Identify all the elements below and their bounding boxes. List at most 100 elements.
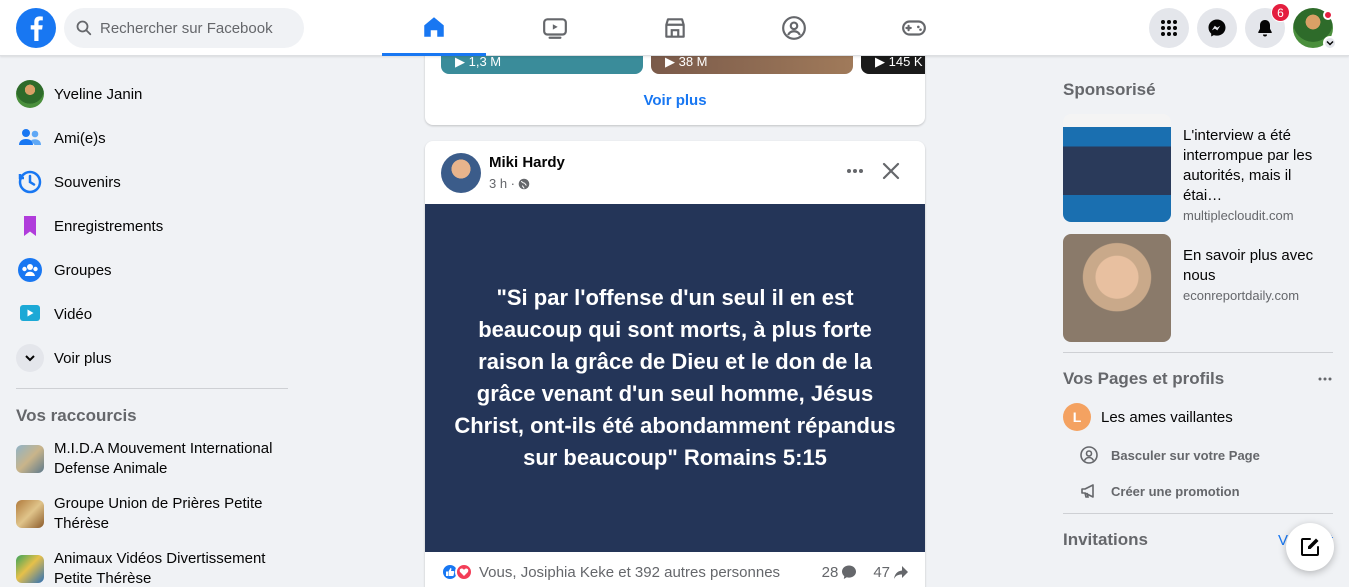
sidebar-item-groups[interactable]: Groupes (8, 248, 298, 292)
tab-groups[interactable] (742, 0, 846, 56)
globe-icon (518, 178, 530, 189)
sidebar-item-saved[interactable]: Enregistrements (8, 204, 298, 248)
marketplace-icon (665, 18, 685, 38)
switch-to-page-button[interactable]: Basculer sur votre Page (1055, 437, 1341, 473)
sidebar-item-see-more[interactable]: Voir plus (8, 336, 298, 380)
messenger-icon (1208, 19, 1226, 37)
switch-to-page-label: Basculer sur votre Page (1111, 447, 1260, 463)
sidebar-item-label: Souvenirs (54, 173, 121, 191)
share-count[interactable]: 47 (873, 564, 909, 581)
memories-clock-icon (18, 170, 42, 194)
post-quote-image[interactable]: "Si par l'offense d'un seul il en est be… (425, 204, 925, 552)
close-icon[interactable] (879, 159, 903, 183)
new-message-button[interactable] (1286, 523, 1334, 571)
page-name: Les ames vaillantes (1101, 408, 1233, 426)
reel-views: ▶ 1,3 M (455, 54, 502, 69)
tab-home[interactable] (382, 0, 486, 56)
sidebar-item-label: Yveline Janin (54, 85, 143, 103)
chevron-down-icon (25, 355, 35, 362)
tab-watch[interactable] (503, 0, 607, 56)
video-icon (20, 305, 40, 321)
reaction-icons[interactable] (441, 563, 473, 581)
post-author-name[interactable]: Miki Hardy (489, 154, 565, 171)
reactions-summary[interactable]: Vous, Josiphia Keke et 392 autres person… (479, 564, 780, 581)
see-more-reels-link[interactable]: Voir plus (425, 92, 925, 109)
facebook-logo-icon[interactable] (16, 8, 56, 48)
tab-gaming[interactable] (862, 0, 966, 56)
comment-count-value: 28 (821, 563, 839, 581)
bookmark-icon (24, 216, 36, 236)
ad-title: En savoir plus avec nous (1183, 247, 1314, 284)
left-sidebar: Yveline Janin Ami(e)s Souvenirs Enregist… (8, 56, 298, 587)
right-sidebar: Sponsorisé L'interview a été interrompue… (1055, 56, 1341, 558)
divider (1063, 513, 1333, 514)
sidebar-item-label: Vidéo (54, 305, 93, 323)
post-reactions-bar: Vous, Josiphia Keke et 392 autres person… (425, 552, 925, 587)
more-options-icon[interactable] (843, 159, 867, 183)
search-icon (76, 20, 92, 36)
comment-count[interactable]: 28 (822, 564, 858, 581)
share-icon (894, 566, 908, 579)
ad-domain: econreportdaily.com (1183, 288, 1300, 303)
search-input[interactable] (100, 19, 290, 37)
reel-views: ▶ 38 M (665, 54, 708, 69)
sidebar-item-label: Enregistrements (54, 217, 164, 235)
groups-icon (18, 258, 42, 282)
page-item[interactable]: L Les ames vaillantes (1055, 397, 1341, 437)
more-options-icon[interactable] (1317, 371, 1333, 387)
page-avatar: L (1063, 403, 1091, 431)
chevron-down-icon (1323, 36, 1337, 50)
sponsored-ad[interactable]: L'interview a été interrompue par les au… (1055, 108, 1341, 228)
home-icon (424, 16, 444, 37)
sidebar-item-profile[interactable]: Yveline Janin (8, 72, 298, 116)
notifications-button[interactable]: 6 (1245, 3, 1290, 48)
pages-profiles-heading: Vos Pages et profils (1063, 369, 1225, 388)
feed-post: Miki Hardy 3 h · "Si par l'offense d'un … (425, 141, 925, 587)
messenger-button[interactable] (1197, 8, 1237, 48)
grid-menu-icon (1161, 20, 1177, 36)
megaphone-icon (1081, 484, 1094, 498)
sidebar-item-label: Groupes (54, 261, 112, 279)
sponsored-ad[interactable]: En savoir plus avec nous econreportdaily… (1055, 228, 1341, 348)
pages-profiles-header: Vos Pages et profils (1055, 361, 1341, 397)
search-bar[interactable] (64, 8, 304, 48)
heart-icon (455, 563, 473, 581)
profile-avatar (16, 80, 44, 108)
ad-image (1063, 234, 1171, 342)
shortcut-thumbnail (16, 555, 44, 583)
friends-icon (19, 129, 41, 145)
sponsored-heading: Sponsorisé (1063, 80, 1156, 99)
groups-icon (782, 16, 806, 40)
shortcut-item[interactable]: M.I.D.A Mouvement International Defense … (8, 433, 298, 488)
menu-button[interactable] (1149, 8, 1189, 48)
ad-image (1063, 114, 1171, 222)
post-timestamp[interactable]: 3 h · (489, 176, 515, 191)
video-icon (543, 18, 567, 39)
shortcut-label: Groupe Union de Prières Petite Thérèse (54, 495, 263, 532)
share-count-value: 47 (873, 563, 890, 581)
account-avatar[interactable] (1293, 8, 1337, 50)
sidebar-item-video[interactable]: Vidéo (8, 292, 298, 336)
sidebar-item-memories[interactable]: Souvenirs (8, 160, 298, 204)
ad-domain: multiplecloudit.com (1183, 208, 1294, 223)
author-avatar[interactable] (441, 153, 481, 193)
reel-views: ▶ 145 K (875, 54, 923, 69)
shortcut-label: Animaux Vidéos Divertissement Petite Thé… (54, 550, 266, 587)
divider (1063, 352, 1333, 353)
sidebar-item-friends[interactable]: Ami(e)s (8, 116, 298, 160)
shortcut-item[interactable]: Groupe Union de Prières Petite Thérèse (8, 488, 298, 543)
status-dot (1323, 10, 1333, 20)
tab-marketplace[interactable] (623, 0, 727, 56)
shortcut-thumbnail (16, 500, 44, 528)
create-promotion-button[interactable]: Créer une promotion (1055, 473, 1341, 509)
invitations-heading: Invitations (1063, 530, 1149, 549)
post-meta: 3 h · (489, 176, 530, 191)
shortcut-label: M.I.D.A Mouvement International Defense … (54, 440, 273, 477)
post-quote-text: "Si par l'offense d'un seul il en est be… (454, 285, 896, 470)
notification-count-badge: 6 (1271, 3, 1290, 22)
sidebar-item-label: Ami(e)s (54, 129, 106, 147)
compose-icon (1301, 538, 1319, 556)
shortcut-item[interactable]: Animaux Vidéos Divertissement Petite Thé… (8, 543, 298, 587)
divider (16, 388, 288, 389)
shortcuts-heading: Vos raccourcis (16, 406, 137, 425)
